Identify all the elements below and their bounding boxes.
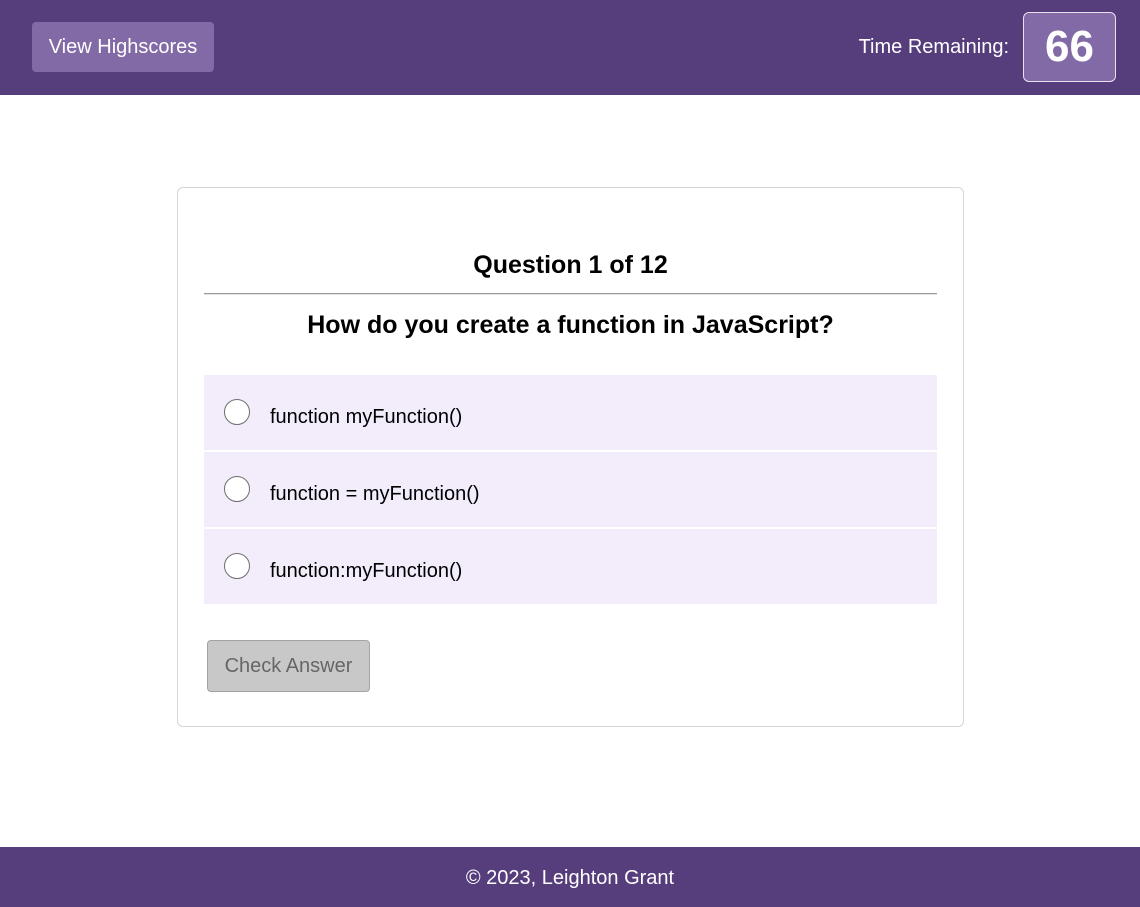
radio-button[interactable] (224, 476, 250, 502)
top-bar: View Highscores Time Remaining: 66 (0, 0, 1140, 95)
timer-label: Time Remaining: (858, 36, 1009, 58)
answer-option[interactable]: function = myFunction() (204, 452, 937, 527)
radio-button[interactable] (224, 399, 250, 425)
divider (204, 293, 937, 295)
check-answer-button[interactable]: Check Answer (207, 640, 370, 692)
footer-copyright: © 2023, Leighton Grant (465, 867, 675, 889)
timer-value: 66 (1023, 12, 1116, 82)
question-counter: Question 1 of 12 (473, 251, 668, 279)
quiz-card: Question 1 of 12 How do you create a fun… (177, 187, 964, 727)
footer: © 2023, Leighton Grant (0, 847, 1140, 907)
question-text: How do you create a function in JavaScri… (307, 311, 834, 339)
answer-option-label: function myFunction() (270, 406, 463, 428)
radio-button[interactable] (224, 553, 250, 579)
view-highscores-button[interactable]: View Highscores (32, 22, 214, 72)
answer-option[interactable]: function:myFunction() (204, 529, 937, 604)
answer-options: function myFunction() function = myFunct… (204, 375, 937, 606)
answer-option-label: function = myFunction() (270, 483, 480, 505)
answer-option[interactable]: function myFunction() (204, 375, 937, 450)
answer-option-label: function:myFunction() (270, 560, 463, 582)
